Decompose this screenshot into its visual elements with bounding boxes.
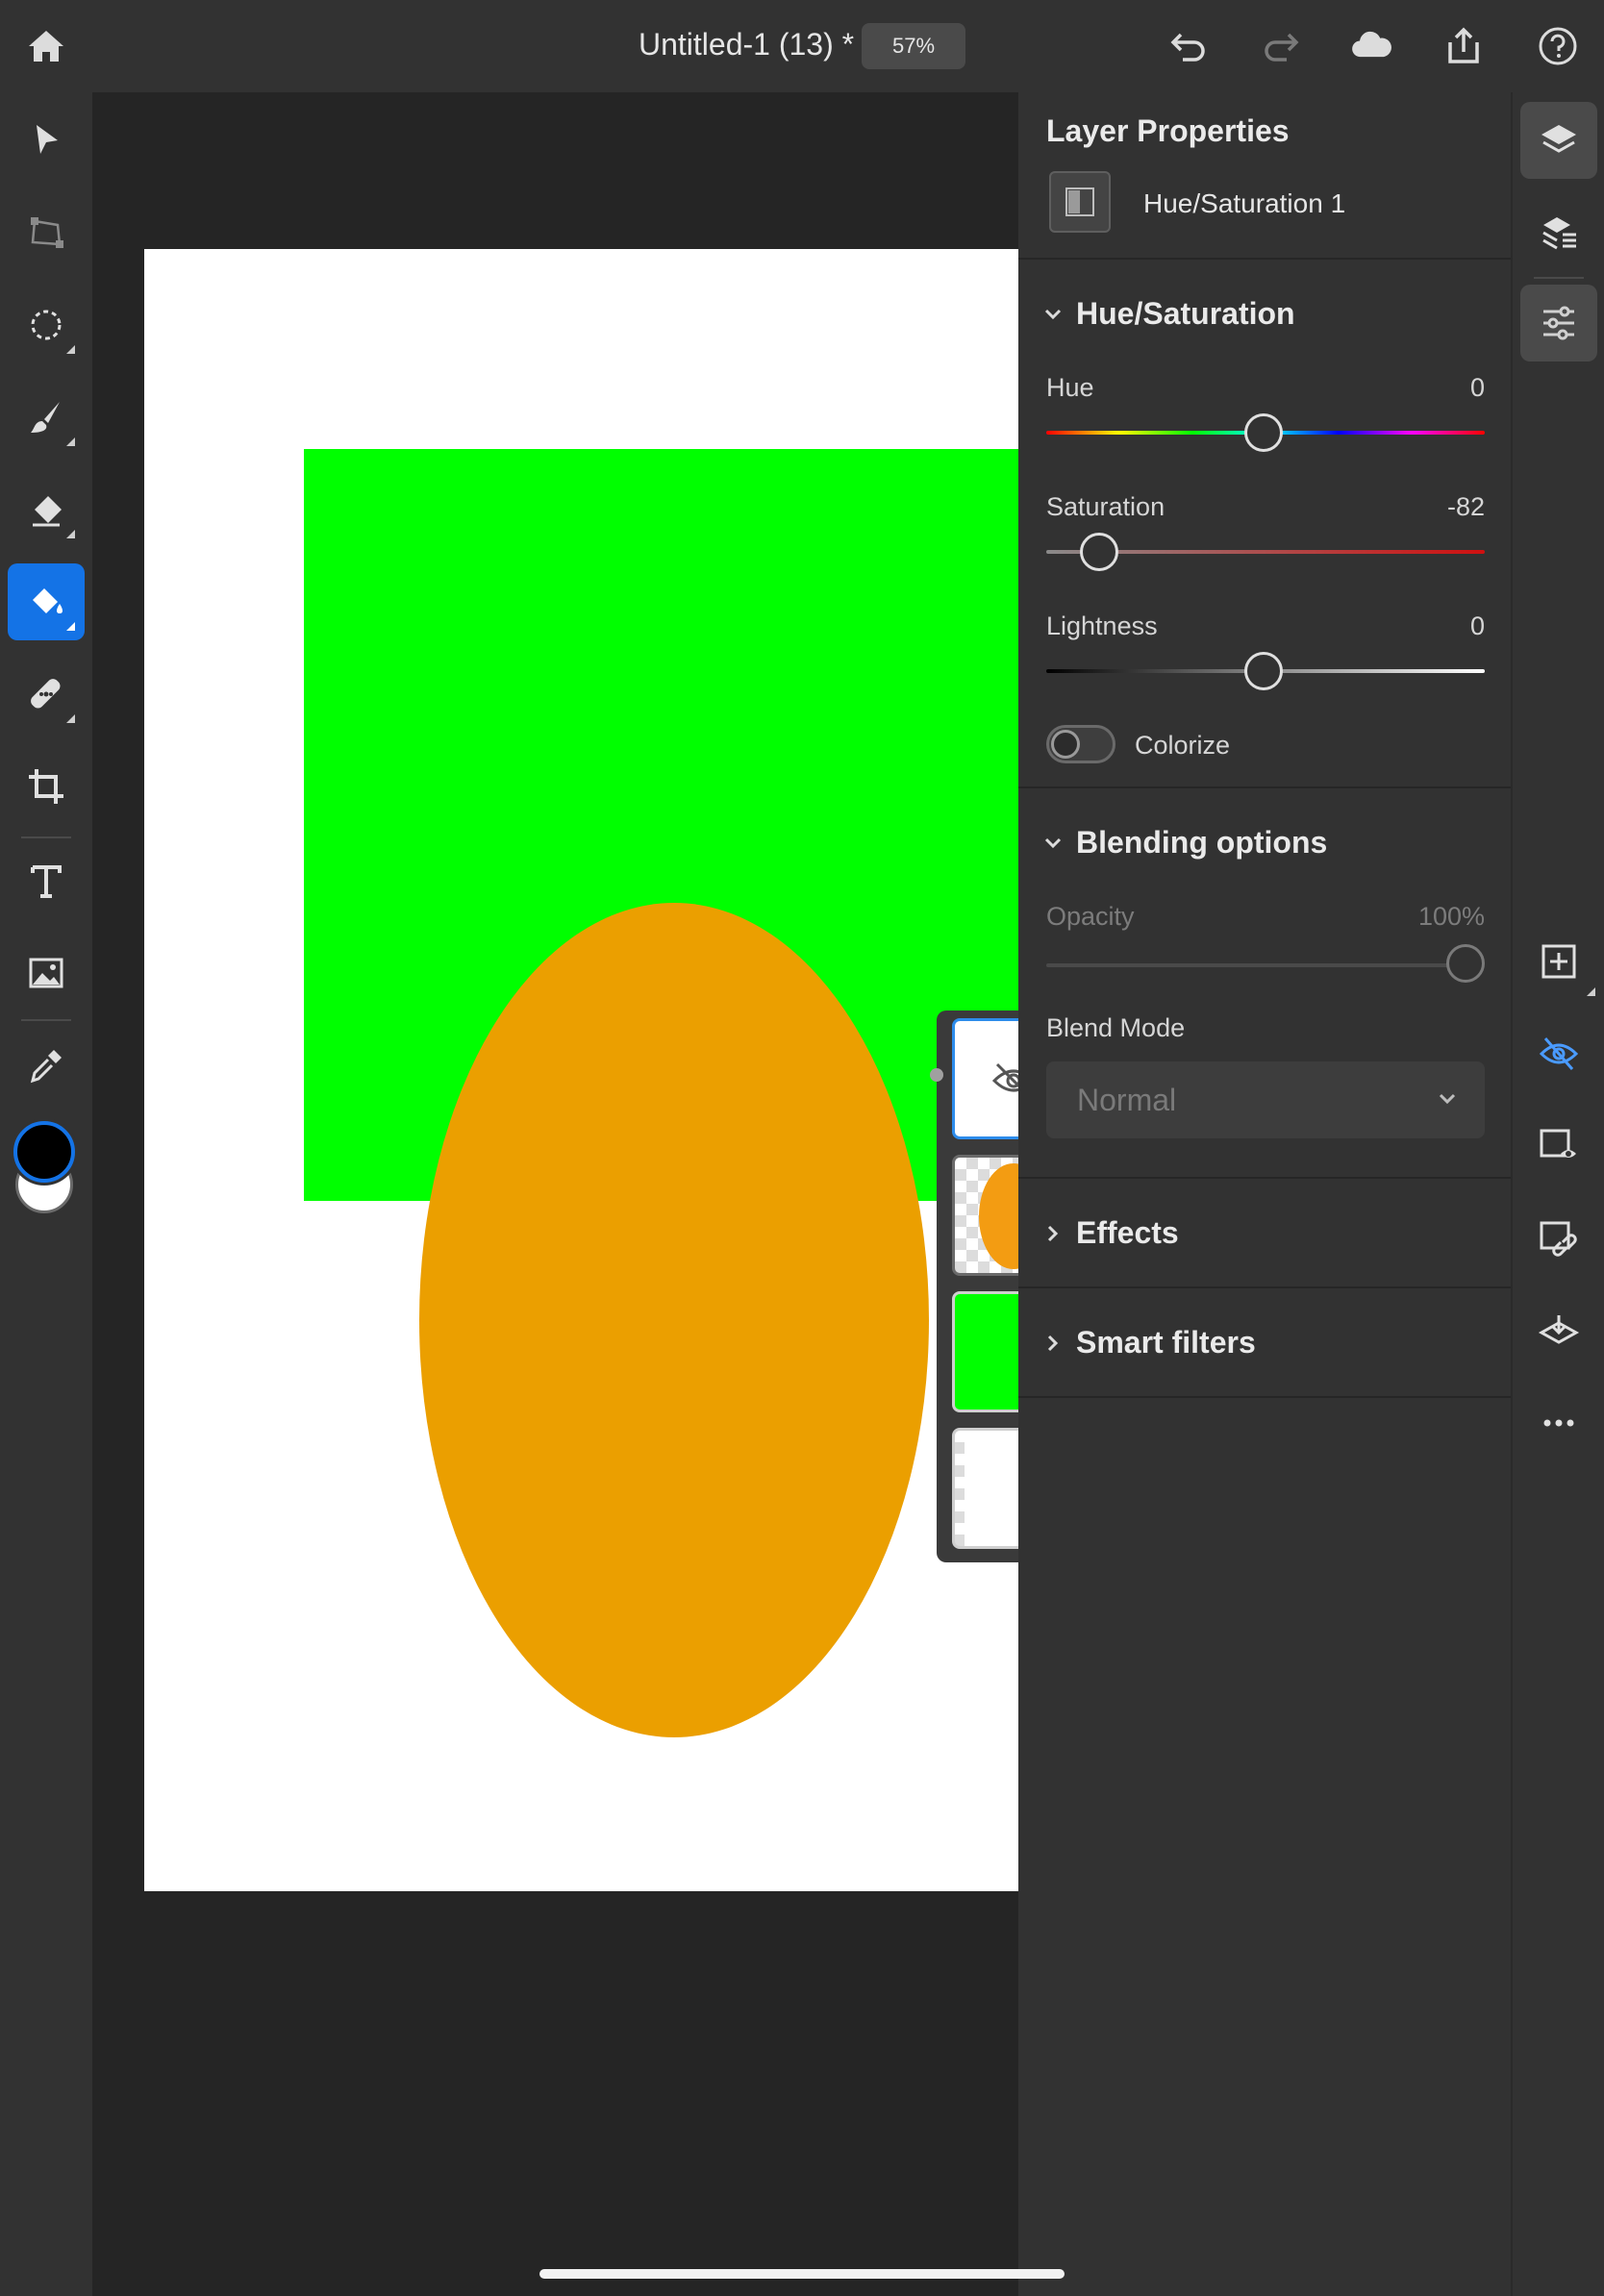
visibility-hidden-icon[interactable] bbox=[1520, 1015, 1597, 1092]
home-icon[interactable] bbox=[23, 23, 69, 69]
lightness-label: Lightness bbox=[1046, 611, 1158, 640]
chevron-down-icon bbox=[1439, 1093, 1456, 1105]
chevron-down-icon bbox=[1044, 837, 1062, 848]
undo-icon[interactable] bbox=[1165, 23, 1212, 69]
blend-mode-label: Blend Mode bbox=[1046, 1013, 1186, 1042]
opacity-value[interactable]: 100% bbox=[1418, 902, 1485, 932]
smart-filters-header[interactable]: Smart filters bbox=[1043, 1325, 1256, 1360]
opacity-label: Opacity bbox=[1046, 902, 1135, 931]
effects-header[interactable]: Effects bbox=[1043, 1215, 1179, 1251]
cloud-icon[interactable] bbox=[1348, 23, 1394, 69]
opacity-slider-track[interactable] bbox=[1046, 963, 1469, 967]
layer-stack-icon[interactable] bbox=[1520, 194, 1597, 271]
place-image-icon[interactable] bbox=[8, 935, 85, 1011]
hue-label: Hue bbox=[1046, 373, 1094, 402]
clipping-mask-icon[interactable] bbox=[1520, 1200, 1597, 1277]
chevron-down-icon bbox=[1044, 309, 1062, 319]
zoom-level[interactable]: 57% bbox=[862, 23, 965, 69]
hue-slider-knob[interactable] bbox=[1244, 413, 1283, 452]
paint-bucket-icon[interactable] bbox=[8, 563, 85, 640]
document-title[interactable]: Untitled-1 (13) * bbox=[639, 27, 854, 62]
layer-thumb-orange-ellipse[interactable] bbox=[952, 1155, 1018, 1276]
saturation-slider-knob[interactable] bbox=[1080, 533, 1118, 571]
saturation-value[interactable]: -82 bbox=[1447, 492, 1485, 522]
popover-handle[interactable] bbox=[930, 1068, 943, 1082]
panel-title: Layer Properties bbox=[1046, 113, 1290, 148]
hue-saturation-header[interactable]: Hue/Saturation bbox=[1043, 296, 1295, 332]
canvas-area[interactable] bbox=[92, 92, 1018, 2296]
blend-mode-select[interactable]: Normal bbox=[1046, 1061, 1485, 1138]
chevron-right-icon bbox=[1047, 1225, 1059, 1241]
colorize-label: Colorize bbox=[1135, 731, 1231, 760]
crop-icon[interactable] bbox=[8, 748, 85, 825]
lightness-value[interactable]: 0 bbox=[1470, 611, 1485, 641]
lightness-slider-knob[interactable] bbox=[1244, 652, 1283, 690]
right-icon-rail bbox=[1511, 92, 1604, 2296]
hue-value[interactable]: 0 bbox=[1470, 373, 1485, 403]
select-arrow-icon[interactable] bbox=[8, 102, 85, 179]
help-icon[interactable] bbox=[1535, 23, 1581, 69]
mask-icon[interactable] bbox=[1520, 1108, 1597, 1185]
blending-options-header[interactable]: Blending options bbox=[1043, 825, 1327, 861]
layer-name: Hue/Saturation 1 bbox=[1143, 188, 1346, 218]
eraser-icon[interactable] bbox=[8, 471, 85, 548]
colorize-toggle[interactable] bbox=[1046, 725, 1115, 763]
adjustments-icon[interactable] bbox=[1520, 285, 1597, 362]
text-icon[interactable] bbox=[8, 842, 85, 919]
healing-brush-icon[interactable] bbox=[8, 656, 85, 733]
saturation-label: Saturation bbox=[1046, 492, 1165, 521]
layer-thumb-background[interactable] bbox=[952, 1428, 1018, 1549]
eyedropper-icon[interactable] bbox=[8, 1027, 85, 1104]
home-indicator[interactable] bbox=[539, 2269, 1065, 2279]
opacity-slider-knob[interactable] bbox=[1446, 944, 1485, 983]
foreground-color-swatch[interactable] bbox=[13, 1121, 75, 1183]
visibility-hidden-icon bbox=[991, 1062, 1018, 1092]
document-canvas[interactable] bbox=[144, 249, 1018, 1891]
more-icon[interactable] bbox=[1520, 1385, 1597, 1461]
layer-properties-panel: Layer Properties Hue/Saturation 1 Hue/Sa… bbox=[1018, 92, 1511, 2296]
add-layer-icon[interactable] bbox=[1520, 923, 1597, 1000]
layer-thumb-hue-saturation[interactable] bbox=[952, 1018, 1018, 1139]
redo-icon[interactable] bbox=[1258, 23, 1304, 69]
transform-icon[interactable] bbox=[8, 194, 85, 271]
orange-ellipse bbox=[419, 903, 929, 1737]
layers-icon[interactable] bbox=[1520, 102, 1597, 179]
top-bar: Untitled-1 (13) * 57% bbox=[0, 0, 1604, 92]
chevron-right-icon bbox=[1047, 1335, 1059, 1351]
layer-thumb-green-fill[interactable] bbox=[952, 1291, 1018, 1412]
brush-icon[interactable] bbox=[8, 379, 85, 456]
adjustment-layer-icon bbox=[1049, 171, 1111, 233]
layers-popover bbox=[930, 1011, 1018, 1562]
merge-layer-icon[interactable] bbox=[1520, 1292, 1597, 1369]
left-toolbar bbox=[0, 92, 92, 2296]
lasso-select-icon[interactable] bbox=[8, 287, 85, 363]
share-icon[interactable] bbox=[1441, 23, 1487, 69]
